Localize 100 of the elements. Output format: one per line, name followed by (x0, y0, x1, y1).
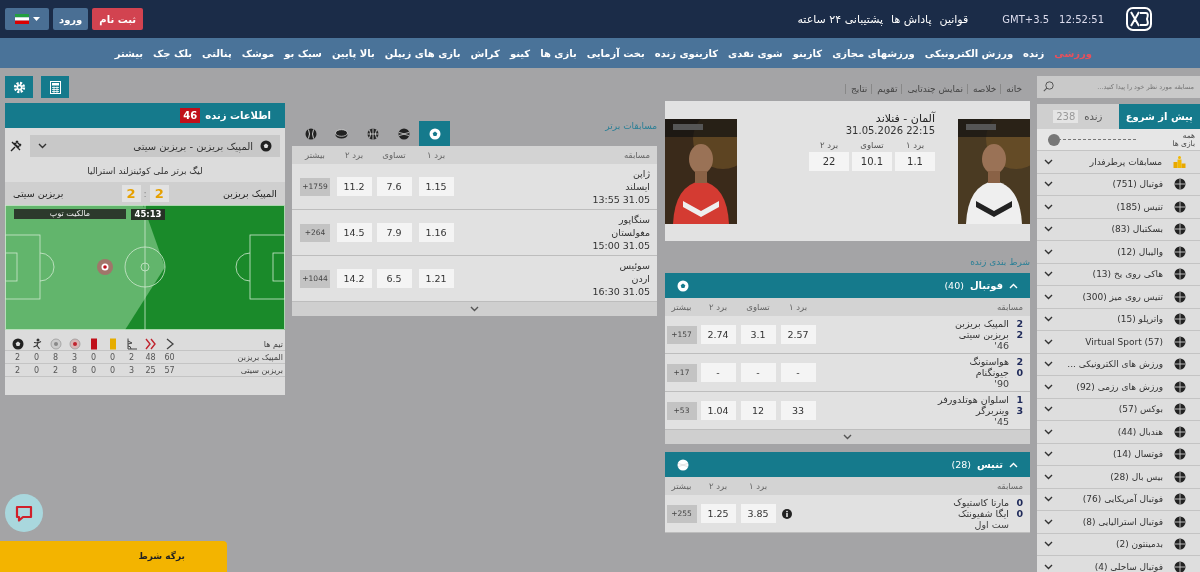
odds-button[interactable]: 7.6 (376, 177, 412, 196)
login-button[interactable]: ورود (53, 8, 89, 30)
odds-button[interactable]: 1.1 (895, 152, 935, 171)
odds-button[interactable]: 1.21 (418, 269, 454, 288)
nav-item[interactable]: ورزش الکترونیکی (924, 47, 1014, 59)
stat-value: 3 (70, 352, 79, 362)
language-button[interactable] (5, 8, 49, 30)
sport-item[interactable]: تنیس روی میز (300) (1037, 285, 1200, 308)
pin-icon[interactable] (10, 140, 22, 152)
stat-value: 8 (70, 365, 79, 375)
chevron-icon (1044, 518, 1053, 525)
sport-item[interactable]: هاکی روی یخ (13) (1037, 262, 1200, 285)
sidebar-tab[interactable]: پیش از شروع (1118, 104, 1200, 129)
nav-item[interactable]: بازی ها (540, 47, 577, 59)
stat-value: 48 (144, 352, 157, 362)
nav-item[interactable]: شوی نقدی (728, 47, 783, 59)
odds-button[interactable]: - (740, 363, 776, 382)
breadcrumb-link[interactable]: خلاصه (966, 83, 997, 94)
nav-item[interactable]: کازینو (792, 47, 823, 59)
team-name: المپیک بریزبن (236, 352, 284, 362)
header-link[interactable]: قوانین (939, 12, 969, 26)
match-select[interactable]: المپیک بریزبن - بریزبن سیتی (30, 135, 280, 157)
nav-item[interactable]: کراش (470, 47, 500, 59)
sport-label: هاکی روی یخ (13) (1092, 269, 1163, 280)
nav-item[interactable]: بازی های زیپلن (384, 47, 461, 59)
nav-item[interactable]: بیشتر (114, 47, 144, 59)
odds-button[interactable]: 14.5 (336, 223, 372, 242)
nav-item[interactable]: پنالتی (202, 47, 232, 59)
team-name: مغولستان (610, 227, 650, 238)
chevron-icon (1044, 316, 1053, 323)
sport-item[interactable]: Virtual Sport (57) (1037, 330, 1200, 353)
breadcrumb-link[interactable]: خانه (1000, 83, 1022, 94)
sport-item[interactable]: فوتبال (751) (1037, 172, 1200, 195)
nav-item[interactable]: سیک بو (284, 47, 322, 59)
sport-item[interactable]: مسابقات پرطرفدار (1037, 150, 1200, 173)
odds-button[interactable]: 22 (809, 152, 849, 171)
sport-item[interactable]: ورزش های رزمی (92) (1037, 375, 1200, 398)
chevron-icon (1044, 158, 1053, 165)
sport-item[interactable]: بوکس (57) (1037, 397, 1200, 420)
sport-item[interactable]: والیبال (12) (1037, 240, 1200, 263)
odds-button[interactable]: 33 (780, 401, 816, 420)
odds-button[interactable]: 7.9 (376, 223, 412, 242)
sport-item[interactable]: بیس بال (28) (1037, 465, 1200, 488)
odds-button[interactable]: 3.1 (740, 325, 776, 344)
sport-item[interactable]: فوتبال استرالیایی (8) (1037, 510, 1200, 533)
sport-item[interactable]: ورزش های الکترونیکی ... (1037, 352, 1200, 375)
sport-item[interactable]: هندبال (44) (1037, 420, 1200, 443)
odds-button[interactable]: 10.1 (852, 152, 892, 171)
odds-button[interactable]: - (780, 363, 816, 382)
odds-button[interactable]: 1.25 (700, 504, 736, 523)
sport-item[interactable]: فوتبال آمریکایی (76) (1037, 487, 1200, 510)
chevron-icon (1044, 361, 1053, 368)
odds-button[interactable]: - (700, 363, 736, 382)
odds-button[interactable]: 2.57 (780, 325, 816, 344)
header-link[interactable]: پشتیبانی ۲۴ ساعته (797, 12, 884, 26)
ball-icon (1174, 245, 1186, 258)
baseball-icon (304, 127, 317, 140)
nav-item[interactable]: بخت آزمایی (586, 47, 645, 59)
odds-button[interactable]: 2.74 (700, 325, 736, 344)
chat-button[interactable] (5, 494, 43, 532)
score-value: 2 (121, 185, 141, 202)
odds-button[interactable]: 1.15 (418, 177, 454, 196)
sport-item[interactable]: واترپلو (15) (1037, 307, 1200, 330)
nav-item[interactable]: زنده (1023, 47, 1045, 59)
bet-slip-bar[interactable]: برگه شرط (0, 541, 227, 572)
column-header: برد ۱ (425, 150, 447, 160)
column-header: مسابقه (623, 150, 650, 160)
nav-item[interactable]: ورزشهای مجازی (832, 47, 915, 59)
sport-label: بیس بال (28) (1110, 471, 1163, 482)
sport-tab[interactable] (419, 121, 450, 146)
sport-item[interactable]: فوتبال ساحلی (4) (1037, 555, 1200, 572)
sport-item[interactable]: فوتسال (14) (1037, 442, 1200, 465)
ball-icon (1174, 425, 1186, 438)
header-link[interactable]: پاداش ها (891, 12, 932, 26)
odds-button[interactable]: 14.2 (336, 269, 372, 288)
nav-item[interactable]: کینو (509, 47, 531, 59)
sport-item[interactable]: بدمینتون (2) (1037, 532, 1200, 555)
sport-item[interactable]: تنیس (185) (1037, 195, 1200, 218)
nav-item[interactable]: بلک جک (153, 47, 193, 59)
odds-button[interactable]: 1.16 (418, 223, 454, 242)
nav-item[interactable]: موشک (241, 47, 275, 59)
settings-button[interactable] (5, 76, 33, 98)
logo-icon[interactable] (1126, 7, 1152, 31)
odds-button[interactable]: 3.85 (740, 504, 776, 523)
nav-item[interactable]: بالا پایین (331, 47, 375, 59)
odds-button[interactable]: 6.5 (376, 269, 412, 288)
all-games-toggle[interactable] (1048, 133, 1136, 146)
sport-item[interactable]: بسکتبال (83) (1037, 217, 1200, 240)
nav-item[interactable]: کازینوی زنده (654, 47, 719, 59)
info-icon[interactable] (782, 508, 792, 519)
breadcrumb-link[interactable]: تقویم (871, 83, 898, 94)
breadcrumb-link[interactable]: نتایج (844, 83, 868, 94)
odds-button[interactable]: 12 (740, 401, 776, 420)
odds-button[interactable]: 11.2 (336, 177, 372, 196)
odds-button[interactable]: 1.04 (700, 401, 736, 420)
register-button[interactable]: ثبت نام (92, 8, 144, 30)
calculator-button[interactable] (41, 76, 69, 98)
team-name: اسلوان هوتلدورفر (938, 394, 1009, 405)
breadcrumb-link[interactable]: نمایش چندتایی (901, 83, 963, 94)
card-icon (90, 338, 97, 350)
